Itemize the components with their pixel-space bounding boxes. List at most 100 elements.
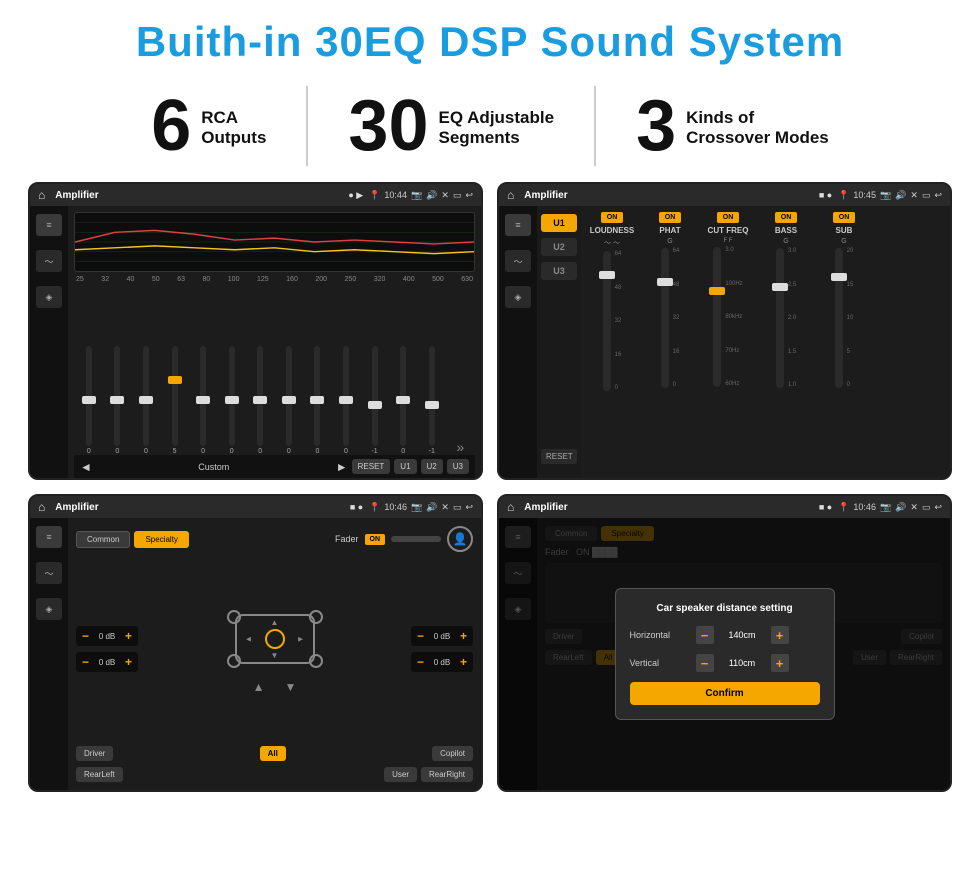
eq-reset-button[interactable]: RESET [352,459,391,474]
home-icon[interactable]: ⌂ [38,188,45,202]
screen-crossover-topbar-right: 📍 10:46 📷 🔊 ✕ ▭ ↩ [369,502,473,513]
mixer-u3-button[interactable]: U3 [541,262,577,280]
dialog-vertical-minus[interactable]: − [696,654,714,672]
crossover-eq-icon[interactable]: ≡ [36,526,62,548]
play-icon: ● ▶ [348,190,363,201]
tab-specialty[interactable]: Specialty [134,531,188,548]
screen-eq-content: ≡ 〜 ◈ [30,206,481,478]
confirm-button[interactable]: Confirm [630,682,820,705]
car-layout: − 0 dB + − 0 dB + [76,558,473,740]
screen-dialog-topbar: ⌂ Amplifier ■ ● 📍 10:46 📷 🔊 ✕ ▭ ↩ [499,496,950,518]
screen-crossover-topbar: ⌂ Amplifier ■ ● 📍 10:46 📷 🔊 ✕ ▭ ↩ [30,496,481,518]
stat-eq-line2: Segments [439,128,555,148]
mixer-speaker-icon[interactable]: ◈ [505,286,531,308]
eq-u1-button[interactable]: U1 [394,459,416,474]
car-diagram: ▲ ▼ ◄ ► [225,604,325,674]
crossover-speaker-icon[interactable]: ◈ [36,598,62,620]
dialog-vertical-plus[interactable]: + [771,654,789,672]
rearright-button[interactable]: RearRight [421,767,473,782]
plus-btn-3[interactable]: + [460,629,467,643]
side-icons-eq: ≡ 〜 ◈ [30,206,68,478]
mixer-wave-icon[interactable]: 〜 [505,250,531,272]
eq-u2-button[interactable]: U2 [421,459,443,474]
crossover-status-icon: ■ ● [350,502,363,512]
loudness-toggle[interactable]: ON [601,212,624,223]
stat-crossover-number: 3 [636,90,676,162]
dialog-back-icon[interactable]: ↩ [934,502,942,513]
eq-slider-10: 0 [333,346,359,455]
dialog-status-icon: ■ ● [819,502,832,512]
stat-eq: 30 EQ Adjustable Segments [308,90,594,162]
dialog-camera-icon: 📷 [880,502,891,513]
tab-common[interactable]: Common [76,531,130,548]
sub-toggle[interactable]: ON [833,212,856,223]
cutfreq-label: CUT FREQ [708,226,749,235]
eq-bottom-bar: ◄ Custom ► RESET U1 U2 U3 [74,455,475,478]
rearleft-button[interactable]: RearLeft [76,767,123,782]
cutfreq-toggle[interactable]: ON [717,212,740,223]
crossover-back-icon[interactable]: ↩ [465,502,473,513]
dialog-home-icon[interactable]: ⌂ [507,500,514,514]
speaker-icon[interactable]: ◈ [36,286,62,308]
crossover-wave-icon[interactable]: 〜 [36,562,62,584]
mixer-eq-icon[interactable]: ≡ [505,214,531,236]
wave-icon[interactable]: 〜 [36,250,62,272]
mixer-x-icon: ✕ [910,190,918,201]
fader-slider[interactable] [391,536,441,542]
mixer-reset-button[interactable]: RESET [541,449,577,464]
screen-crossover-title: Amplifier [55,502,344,513]
screen-mixer-topbar: ⌂ Amplifier ■ ● 📍 10:45 📷 🔊 ✕ ▭ ↩ [499,184,950,206]
back-icon[interactable]: ↩ [465,190,473,201]
eq-icon[interactable]: ≡ [36,214,62,236]
stat-crossover: 3 Kinds of Crossover Modes [596,90,869,162]
eq-sliders: 0 0 0 5 0 [74,287,475,455]
dialog-vertical-value: 110cm [720,658,765,668]
car-arrow-up[interactable]: ▲ [253,680,265,694]
stat-rca-line2: Outputs [201,128,266,148]
copilot-button[interactable]: Copilot [432,746,473,761]
eq-next-button[interactable]: ► [336,460,348,474]
eq-slider-11: -1 [362,346,388,455]
dialog-horizontal-minus[interactable]: − [696,626,714,644]
person-icon[interactable]: 👤 [447,526,473,552]
minus-btn-2[interactable]: − [82,655,89,669]
plus-btn-4[interactable]: + [460,655,467,669]
screen-crossover: ⌂ Amplifier ■ ● 📍 10:46 📷 🔊 ✕ ▭ ↩ ≡ 〜 ◈ [28,494,483,792]
minus-btn-3[interactable]: − [417,629,424,643]
plus-btn-1[interactable]: + [125,629,132,643]
bass-toggle[interactable]: ON [775,212,798,223]
fader-toggle[interactable]: ON [365,534,386,545]
volume-icon: 🔊 [426,190,437,201]
stat-crossover-line1: Kinds of [686,108,829,128]
driver-button[interactable]: Driver [76,746,113,761]
mixer-back-icon[interactable]: ↩ [934,190,942,201]
right-db-controls: − 0 dB + − 0 dB + [411,558,473,740]
crossover-home-icon[interactable]: ⌂ [38,500,45,514]
eq-val-1: 0 [87,448,91,455]
minus-btn-4[interactable]: − [417,655,424,669]
mixer-status-icon: ■ ● [819,190,832,200]
mixer-u2-button[interactable]: U2 [541,238,577,256]
screen-mixer-topbar-right: 📍 10:45 📷 🔊 ✕ ▭ ↩ [838,190,942,201]
car-nav-arrows: ▲ ▼ [253,680,297,694]
user-button[interactable]: User [384,767,417,782]
mixer-home-icon[interactable]: ⌂ [507,188,514,202]
plus-btn-2[interactable]: + [125,655,132,669]
mixer-u1-button[interactable]: U1 [541,214,577,232]
phat-label: PHAT [659,226,680,235]
dialog-horizontal-plus[interactable]: + [771,626,789,644]
stat-eq-line1: EQ Adjustable [439,108,555,128]
all-button[interactable]: All [260,746,286,761]
stat-eq-number: 30 [348,90,428,162]
mixer-volume-icon: 🔊 [895,190,906,201]
phat-toggle[interactable]: ON [659,212,682,223]
car-visual-area: ▲ ▼ ◄ ► ▲ ▼ [146,558,403,740]
minus-btn-1[interactable]: − [82,629,89,643]
eq-val-7: 0 [258,448,262,455]
screen-eq-topbar-right: 📍 10:44 📷 🔊 ✕ ▭ ↩ [369,190,473,201]
eq-slider-12: 0 [390,346,416,455]
car-arrow-down[interactable]: ▼ [285,680,297,694]
screen-eq-topbar: ⌂ Amplifier ● ▶ 📍 10:44 📷 🔊 ✕ ▭ ↩ [30,184,481,206]
eq-u3-button[interactable]: U3 [447,459,469,474]
eq-prev-button[interactable]: ◄ [80,460,92,474]
